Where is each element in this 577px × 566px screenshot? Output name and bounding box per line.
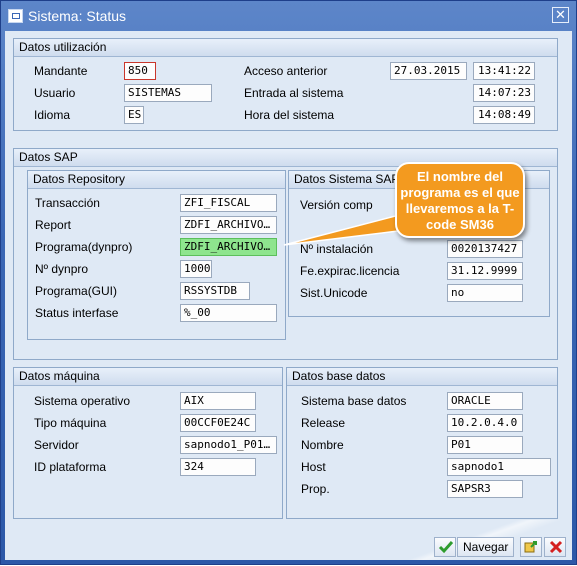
- callout-annotation: El nombre del programa es el que llevare…: [395, 162, 525, 238]
- callout-pointer: [283, 213, 407, 246]
- status-dialog-window: Sistema: Status ✕ Datos utilización Mand…: [0, 0, 577, 565]
